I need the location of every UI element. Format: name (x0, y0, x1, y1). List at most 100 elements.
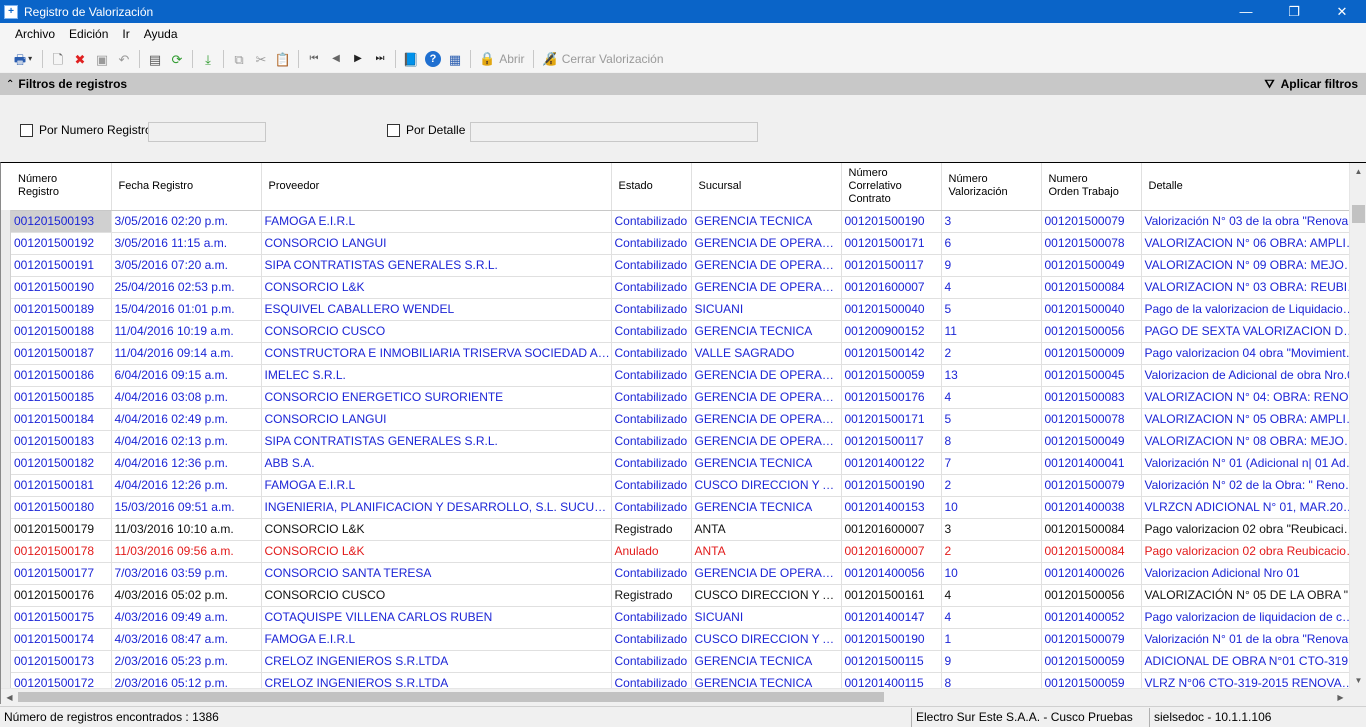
save-icon[interactable]: ▣ (91, 48, 113, 70)
cell-numero-valorizacion[interactable]: 1 (941, 628, 1042, 651)
cell-numero-correlativo-contrato[interactable]: 001201400147 (841, 606, 942, 629)
cell-numero-correlativo-contrato[interactable]: 001201500115 (841, 650, 942, 673)
cell-proveedor[interactable]: SIPA CONTRATISTAS GENERALES S.R.L. (261, 254, 612, 277)
cell-detalle[interactable]: Valorización N° 02 de la Obra: " Renovac… (1141, 474, 1349, 497)
cell-proveedor[interactable]: FAMOGA E.I.R.L (261, 474, 612, 497)
cell-numero-registro[interactable]: 001201500177 (11, 562, 112, 585)
abrir-button[interactable]: 🔒 Abrir (475, 48, 529, 70)
cell-estado[interactable]: Contabilizado (611, 386, 692, 409)
cell-numero-correlativo-contrato[interactable]: 001201600007 (841, 276, 942, 299)
cell-detalle[interactable]: Valorización N° 01 de la obra "Renovació… (1141, 628, 1349, 651)
cell-fecha-registro[interactable]: 2/03/2016 05:12 p.m. (111, 672, 262, 689)
cell-numero-valorizacion[interactable]: 4 (941, 276, 1042, 299)
cell-numero-orden-trabajo[interactable]: 001201500049 (1041, 430, 1142, 453)
cell-detalle[interactable]: Pago de la valorizacion de Liquidacion d… (1141, 298, 1349, 321)
cell-estado[interactable]: Contabilizado (611, 430, 692, 453)
cell-numero-registro[interactable]: 001201500175 (11, 606, 112, 629)
cell-detalle[interactable]: Valorización N° 01 (Adicional n| 01 Aden… (1141, 452, 1349, 475)
scroll-right-icon[interactable]: ▶ (1332, 689, 1349, 704)
cell-estado[interactable]: Registrado (611, 584, 692, 607)
cell-numero-registro[interactable]: 001201500193 (11, 210, 112, 233)
cell-numero-correlativo-contrato[interactable]: 001201500040 (841, 298, 942, 321)
cut-icon[interactable]: ✂ (250, 48, 272, 70)
cell-estado[interactable]: Contabilizado (611, 606, 692, 629)
column-header-fecha-registro[interactable]: Fecha Registro (111, 163, 262, 211)
cell-numero-valorizacion[interactable]: 10 (941, 496, 1042, 519)
cerrar-valorizacion-button[interactable]: 🔏 Cerrar Valorización (538, 48, 668, 70)
column-header-proveedor[interactable]: Proveedor (261, 163, 612, 211)
collapse-chevron-icon[interactable]: ⌃ (6, 79, 14, 90)
table-row[interactable]: 001201500174 4/03/2016 08:47 a.m. FAMOGA E… (11, 628, 1349, 651)
copy-icon[interactable]: ⧉ (228, 48, 250, 70)
cell-detalle[interactable]: Pago valorizacion de liquidacion de cont… (1141, 606, 1349, 629)
cell-fecha-registro[interactable]: 3/05/2016 11:15 a.m. (111, 232, 262, 255)
cell-detalle[interactable]: PAGO DE SEXTA VALORIZACION DE LA (1141, 320, 1349, 343)
cell-fecha-registro[interactable]: 4/04/2016 12:36 p.m. (111, 452, 262, 475)
cell-numero-valorizacion[interactable]: 3 (941, 518, 1042, 541)
table-row[interactable]: 001201500172 2/03/2016 05:12 p.m. CRELOZ I… (11, 672, 1349, 689)
cell-proveedor[interactable]: ABB S.A. (261, 452, 612, 475)
cell-numero-correlativo-contrato[interactable]: 001201500059 (841, 364, 942, 387)
table-row[interactable]: 001201500192 3/05/2016 11:15 a.m. CONSORCI… (11, 232, 1349, 255)
cell-estado[interactable]: Contabilizado (611, 496, 692, 519)
table-row[interactable]: 001201500185 4/04/2016 03:08 p.m. CONSORCI… (11, 386, 1349, 409)
cell-fecha-registro[interactable]: 3/05/2016 02:20 p.m. (111, 210, 262, 233)
cell-proveedor[interactable]: CONSORCIO L&K (261, 276, 612, 299)
cell-proveedor[interactable]: CONSORCIO L&K (261, 518, 612, 541)
cell-proveedor[interactable]: CONSORCIO ENERGETICO SURORIENTE (261, 386, 612, 409)
cell-fecha-registro[interactable]: 11/03/2016 09:56 a.m. (111, 540, 262, 563)
cell-fecha-registro[interactable]: 4/04/2016 12:26 p.m. (111, 474, 262, 497)
cell-sucursal[interactable]: CUSCO DIRECCION Y APOYO (691, 628, 842, 651)
cell-numero-orden-trabajo[interactable]: 001201400041 (1041, 452, 1142, 475)
table-row[interactable]: 001201500177 7/03/2016 03:59 p.m. CONSORCI… (11, 562, 1349, 585)
cell-sucursal[interactable]: GERENCIA TECNICA (691, 672, 842, 689)
cell-numero-correlativo-contrato[interactable]: 001201500190 (841, 628, 942, 651)
cell-numero-correlativo-contrato[interactable]: 001201400056 (841, 562, 942, 585)
cell-numero-correlativo-contrato[interactable]: 001201500190 (841, 474, 942, 497)
cell-fecha-registro[interactable]: 4/04/2016 03:08 p.m. (111, 386, 262, 409)
cell-fecha-registro[interactable]: 15/04/2016 01:01 p.m. (111, 298, 262, 321)
cell-numero-registro[interactable]: 001201500189 (11, 298, 112, 321)
cell-proveedor[interactable]: CRELOZ INGENIEROS S.R.LTDA (261, 672, 612, 689)
table-row[interactable]: 001201500186 6/04/2016 09:15 a.m. IMELEC S… (11, 364, 1349, 387)
cell-detalle[interactable]: VALORIZACION N° 06 OBRA: AMPLIACION (1141, 232, 1349, 255)
table-row[interactable]: 001201500181 4/04/2016 12:26 p.m. FAMOGA E… (11, 474, 1349, 497)
first-record-icon[interactable]: ⏮ (303, 48, 325, 70)
cell-numero-correlativo-contrato[interactable]: 001201500171 (841, 232, 942, 255)
cell-fecha-registro[interactable]: 2/03/2016 05:23 p.m. (111, 650, 262, 673)
cell-estado[interactable]: Anulado (611, 540, 692, 563)
cell-numero-orden-trabajo[interactable]: 001201500079 (1041, 474, 1142, 497)
cell-estado[interactable]: Contabilizado (611, 210, 692, 233)
column-header-numero-valorizacion[interactable]: Número Valorización (941, 163, 1042, 211)
cell-numero-valorizacion[interactable]: 9 (941, 650, 1042, 673)
cell-numero-orden-trabajo[interactable]: 001201500079 (1041, 628, 1142, 651)
table-row[interactable]: 001201500187 11/04/2016 09:14 a.m. CONSTRU… (11, 342, 1349, 365)
cell-proveedor[interactable]: CONSORCIO L&K (261, 540, 612, 563)
cell-numero-orden-trabajo[interactable]: 001201500083 (1041, 386, 1142, 409)
cell-sucursal[interactable]: GERENCIA TECNICA (691, 496, 842, 519)
cell-numero-registro[interactable]: 001201500190 (11, 276, 112, 299)
cell-numero-valorizacion[interactable]: 7 (941, 452, 1042, 475)
cell-numero-orden-trabajo[interactable]: 001201500084 (1041, 518, 1142, 541)
cell-estado[interactable]: Contabilizado (611, 364, 692, 387)
cell-numero-valorizacion[interactable]: 2 (941, 474, 1042, 497)
cell-estado[interactable]: Contabilizado (611, 628, 692, 651)
cell-estado[interactable]: Contabilizado (611, 276, 692, 299)
export-icon[interactable]: ⤓ (197, 48, 219, 70)
cell-numero-correlativo-contrato[interactable]: 001201500117 (841, 430, 942, 453)
table-row[interactable]: 001201500191 3/05/2016 07:20 a.m. SIPA CON… (11, 254, 1349, 277)
menu-archivo[interactable]: Archivo (8, 23, 62, 46)
cell-numero-valorizacion[interactable]: 6 (941, 232, 1042, 255)
cell-numero-orden-trabajo[interactable]: 001201500056 (1041, 584, 1142, 607)
cell-numero-valorizacion[interactable]: 11 (941, 320, 1042, 343)
cell-numero-correlativo-contrato[interactable]: 001201400122 (841, 452, 942, 475)
cell-sucursal[interactable]: GERENCIA DE OPERACIONES (691, 386, 842, 409)
cell-fecha-registro[interactable]: 4/04/2016 02:13 p.m. (111, 430, 262, 453)
cell-detalle[interactable]: Pago valorizacion 02 obra Reubicacion LT (1141, 540, 1349, 563)
cell-numero-orden-trabajo[interactable]: 001201500078 (1041, 232, 1142, 255)
cell-proveedor[interactable]: COTAQUISPE VILLENA CARLOS RUBEN (261, 606, 612, 629)
cell-numero-orden-trabajo[interactable]: 001201500059 (1041, 672, 1142, 689)
table-row[interactable]: 001201500179 11/03/2016 10:10 a.m. CONSORC… (11, 518, 1349, 541)
scroll-left-icon[interactable]: ◀ (1, 689, 18, 704)
cell-fecha-registro[interactable]: 4/03/2016 09:49 a.m. (111, 606, 262, 629)
